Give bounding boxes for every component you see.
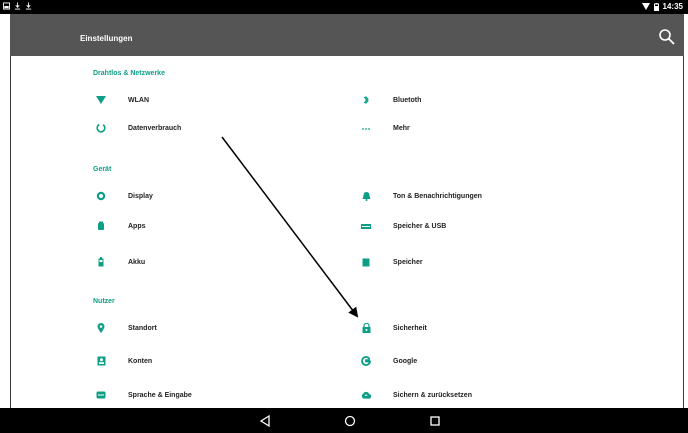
image-icon (3, 2, 10, 10)
data-usage-icon (96, 123, 106, 133)
setting-label: WLAN (128, 96, 149, 104)
location-icon (96, 323, 106, 333)
account-icon (96, 356, 106, 366)
setting-battery[interactable]: Akku (98, 253, 426, 271)
setting-apps[interactable]: Apps (98, 217, 426, 235)
setting-label: Sichern & zurücksetzen (393, 391, 472, 399)
setting-label: Standort (128, 324, 157, 332)
setting-backup-reset[interactable]: Sichern & zurücksetzen (361, 386, 688, 404)
google-icon (361, 356, 371, 366)
setting-storage-usb[interactable]: Speicher & USB (361, 217, 688, 235)
setting-data-usage[interactable]: Datenverbrauch (96, 119, 426, 137)
bluetooth-icon (361, 95, 371, 105)
settings-list: Drahtlos & Netzwerke WLAN Bluetoth Daten… (10, 56, 684, 408)
setting-label: Sicherheit (393, 324, 427, 332)
setting-label: Google (393, 357, 418, 365)
recents-icon[interactable] (428, 414, 442, 428)
setting-label: Speicher (393, 258, 423, 266)
wifi-icon (641, 3, 650, 10)
page-title: Einstellungen (80, 34, 133, 43)
status-bar: 14:35 (0, 0, 688, 14)
setting-storage[interactable]: Speicher (362, 253, 688, 271)
setting-label: Ton & Benachrichtigungen (393, 192, 482, 200)
navigation-bar (0, 408, 688, 433)
bell-icon (361, 191, 371, 201)
setting-sound[interactable]: Ton & Benachrichtigungen (362, 187, 688, 205)
setting-label: Datenverbrauch (128, 124, 182, 132)
status-time: 14:35 (662, 2, 683, 11)
setting-label: Bluetoth (393, 96, 422, 104)
search-icon[interactable] (658, 28, 676, 46)
setting-security[interactable]: Sicherheit (362, 319, 688, 337)
memory-icon (361, 257, 371, 267)
setting-label: Akku (128, 258, 146, 266)
section-header-wireless: Drahtlos & Netzwerke (93, 70, 165, 77)
language-icon (96, 390, 106, 400)
setting-language[interactable]: Sprache & Eingabe (96, 386, 426, 404)
download-icon (25, 2, 32, 10)
section-header-device: Gerät (93, 166, 112, 173)
setting-location[interactable]: Standort (97, 319, 426, 337)
status-notifications (3, 2, 32, 10)
backup-icon (361, 390, 371, 400)
setting-label: Mehr (393, 124, 410, 132)
app-bar: Einstellungen (10, 14, 684, 56)
setting-label: Speicher & USB (393, 222, 447, 230)
battery-icon (653, 2, 659, 11)
setting-bluetooth[interactable]: Bluetoth (363, 91, 688, 109)
back-icon[interactable] (258, 414, 272, 428)
battery-icon (96, 257, 106, 267)
setting-more[interactable]: Mehr (362, 119, 688, 137)
lock-icon (361, 323, 371, 333)
wifi-icon (96, 95, 106, 105)
more-icon (361, 123, 371, 133)
setting-label: Apps (128, 222, 146, 230)
setting-label: Display (128, 192, 153, 200)
status-system: 14:35 (641, 2, 683, 11)
setting-label: Sprache & Eingabe (128, 391, 192, 399)
home-icon[interactable] (343, 414, 357, 428)
setting-display[interactable]: Display (96, 187, 426, 205)
download-icon (14, 2, 21, 10)
android-icon (96, 221, 106, 231)
setting-wlan[interactable]: WLAN (96, 91, 426, 109)
setting-accounts[interactable]: Konten (97, 352, 426, 370)
section-header-user: Nutzer (93, 298, 115, 305)
brightness-icon (96, 191, 106, 201)
storage-icon (361, 221, 371, 231)
setting-label: Konten (128, 357, 153, 365)
setting-google[interactable]: Google (361, 352, 688, 370)
